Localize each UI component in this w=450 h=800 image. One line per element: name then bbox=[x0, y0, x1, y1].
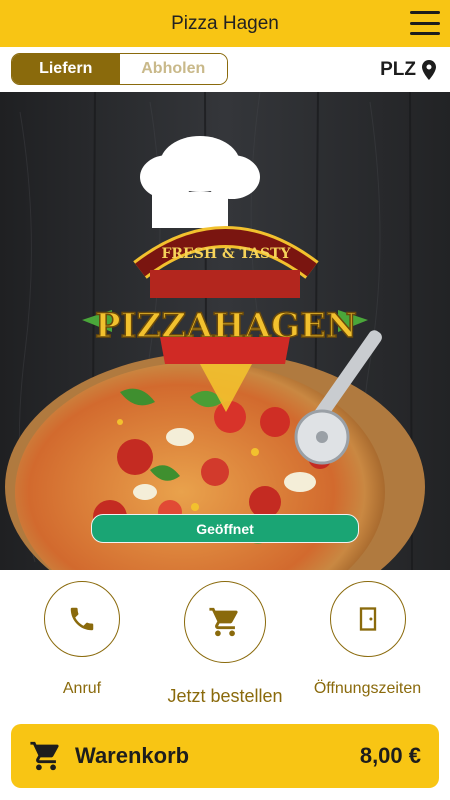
hamburger-menu-icon[interactable] bbox=[410, 11, 440, 35]
hero-banner: FRESH & TASTY PIZZAHAGEN Geöffnet bbox=[0, 92, 450, 570]
cart-icon bbox=[209, 607, 238, 637]
opening-hours-button[interactable] bbox=[329, 581, 406, 657]
tab-liefern[interactable]: Liefern bbox=[12, 54, 120, 84]
app-title: Pizza Hagen bbox=[171, 12, 279, 34]
quick-actions: Anruf Jetzt bestellen Öffnungszeiten bbox=[0, 570, 450, 710]
tab-abholen[interactable]: Abholen bbox=[119, 54, 227, 84]
opening-hours-action[interactable]: Öffnungszeiten bbox=[300, 581, 435, 698]
cart-button[interactable]: Warenkorb 8,00 € bbox=[11, 724, 439, 788]
cart-total: 8,00 € bbox=[359, 743, 421, 768]
phone-icon bbox=[70, 607, 94, 631]
location-pin-icon bbox=[422, 60, 436, 80]
plz-label: PLZ bbox=[380, 59, 416, 80]
cart-label: Warenkorb bbox=[75, 743, 190, 768]
door-icon bbox=[359, 607, 376, 631]
plz-button[interactable]: PLZ bbox=[380, 58, 436, 82]
cart-icon bbox=[30, 741, 59, 771]
status-open-button[interactable]: Geöffnet bbox=[91, 514, 359, 543]
order-label: Jetzt bestellen bbox=[167, 686, 283, 706]
call-action[interactable]: Anruf bbox=[44, 581, 120, 698]
logo-tagline: FRESH & TASTY bbox=[161, 246, 291, 262]
order-action[interactable]: Jetzt bestellen bbox=[160, 581, 290, 707]
call-button[interactable] bbox=[44, 581, 120, 657]
app-header: Pizza Hagen bbox=[0, 0, 450, 47]
call-label: Anruf bbox=[62, 680, 102, 697]
opening-hours-label: Öffnungszeiten bbox=[313, 680, 422, 697]
mode-bar: Liefern Abholen PLZ bbox=[0, 47, 450, 92]
hero-image: FRESH & TASTY PIZZAHAGEN bbox=[0, 92, 450, 570]
order-button[interactable] bbox=[184, 581, 266, 663]
delivery-mode-toggle: Liefern Abholen bbox=[11, 53, 228, 85]
